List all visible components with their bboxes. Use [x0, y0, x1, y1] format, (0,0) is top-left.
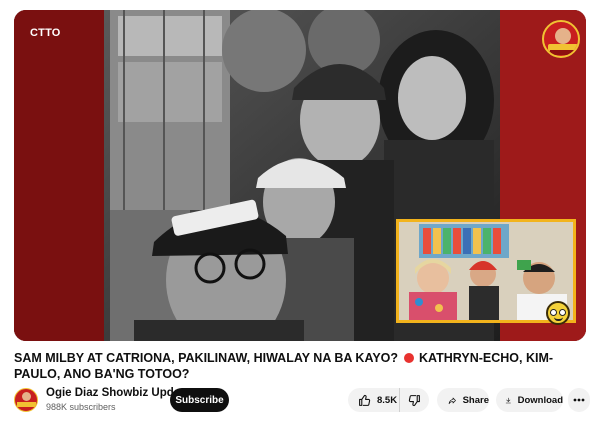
download-label: Download — [517, 394, 563, 406]
share-icon — [448, 397, 456, 404]
video-title-part-1: SAM MILBY AT CATRIONA, PAKILINAW, HIWALA… — [14, 351, 399, 365]
googly-eyes-emoji-icon — [546, 301, 570, 325]
like-button[interactable]: 8.5K — [348, 388, 400, 412]
like-count: 8.5K — [377, 394, 398, 406]
share-button[interactable]: Share — [437, 388, 489, 412]
download-icon — [505, 397, 511, 403]
video-player[interactable]: CTTO — [14, 10, 586, 341]
share-label: Share — [462, 394, 489, 406]
subscribe-button[interactable]: Subscribe — [170, 388, 229, 412]
more-actions-button[interactable] — [568, 388, 590, 412]
channel-logo-icon[interactable] — [542, 20, 580, 58]
dislike-button[interactable] — [400, 388, 429, 412]
subscriber-count: 988K subscribers — [46, 402, 116, 412]
download-button[interactable]: Download — [496, 388, 563, 412]
like-dislike-group: 8.5K — [348, 388, 429, 412]
red-circle-icon — [403, 353, 414, 363]
more-icon — [573, 398, 585, 402]
watermark-text: CTTO — [30, 27, 61, 39]
channel-avatar[interactable] — [14, 388, 38, 412]
thumbs-up-icon — [359, 394, 371, 406]
thumbs-down-icon — [408, 394, 420, 406]
channel-name[interactable]: Ogie Diaz Showbiz Update — [46, 387, 190, 399]
video-title: SAM MILBY AT CATRIONA, PAKILINAW, HIWALA… — [14, 350, 586, 382]
